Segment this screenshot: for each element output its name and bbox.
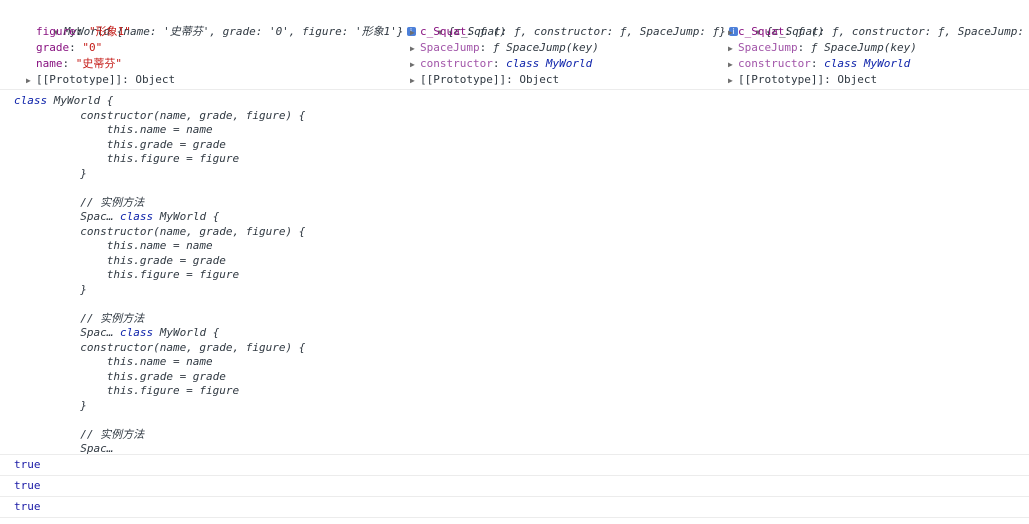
method-constructor[interactable]: ▶ constructor: class MyWorld (716, 56, 1029, 72)
code-line: // 实例方法 (14, 427, 145, 441)
code-line: this.figure = figure (14, 384, 240, 397)
console-result-row: true (0, 497, 1029, 518)
code-line: } (14, 166, 87, 180)
code-line: this.grade = grade (14, 369, 226, 383)
code-line: this.grade = grade (14, 253, 226, 267)
prototype-log-2: ▼ {c_Squat: ƒ, constructor: ƒ, SpaceJump:… (716, 8, 1029, 88)
triangle-right-icon[interactable]: ▶ (728, 41, 738, 57)
triangle-right-icon[interactable]: ▶ (410, 57, 420, 73)
triangle-right-icon[interactable]: ▶ (728, 57, 738, 73)
code-line: constructor(name, grade, figure) { (14, 108, 306, 122)
result-value: true (14, 458, 41, 471)
class-source-code[interactable]: class MyWorld { constructor(name, grade,… (14, 94, 1029, 457)
code-line: // 实例方法 (14, 195, 145, 209)
code-line: } (14, 282, 87, 296)
triangle-right-icon[interactable]: ▶ (728, 25, 738, 41)
myworld-instance-log: ▼ MyWorld {name: '史蒂芬', grade: '0', figur… (14, 8, 416, 88)
code-line: this.name = name (14, 239, 213, 252)
code-line: this.name = name (14, 123, 213, 136)
prop-name: name: "史蒂芬" (36, 57, 122, 70)
method-spacejump[interactable]: ▶ SpaceJump: ƒ SpaceJump(key) (716, 40, 1029, 56)
prototype-entry[interactable]: ▶ [[Prototype]]: Object (14, 72, 416, 88)
prop-grade: grade: "0" (36, 41, 103, 54)
console-result-row: true (0, 455, 1029, 476)
prototype-summary[interactable]: ▼ {c_Squat: ƒ, constructor: ƒ, SpaceJump:… (398, 8, 738, 38)
code-line: constructor(name, grade, figure) { (14, 340, 306, 354)
prototype-summary[interactable]: ▼ {c_Squat: ƒ, constructor: ƒ, SpaceJump:… (716, 8, 1029, 38)
triangle-right-icon[interactable]: ▶ (410, 73, 420, 89)
code-line: Spac… class MyWorld { (14, 210, 220, 223)
code-line: } (14, 398, 87, 412)
triangle-right-icon[interactable]: ▶ (728, 73, 738, 89)
code-line: this.grade = grade (14, 137, 226, 151)
prototype-entry[interactable]: ▶ [[Prototype]]: Object (716, 72, 1029, 88)
code-line: Spac… class MyWorld { (14, 326, 220, 339)
triangle-right-icon[interactable]: ▶ (410, 25, 420, 41)
myworld-summary[interactable]: ▼ MyWorld {name: '史蒂芬', grade: '0', figur… (14, 8, 416, 38)
triangle-right-icon[interactable]: ▶ (410, 41, 420, 57)
prototype-log-1: ▼ {c_Squat: ƒ, constructor: ƒ, SpaceJump:… (398, 8, 738, 88)
method-constructor[interactable]: ▶ constructor: class MyWorld (398, 56, 738, 72)
console-class-source-row: class MyWorld { constructor(name, grade,… (0, 90, 1029, 455)
result-value: true (14, 479, 41, 492)
code-line: this.figure = figure (14, 268, 240, 281)
code-line: class MyWorld { (14, 94, 114, 107)
result-value: true (14, 500, 41, 513)
code-line: this.figure = figure (14, 152, 240, 165)
code-line: this.name = name (14, 355, 213, 368)
code-line: constructor(name, grade, figure) { (14, 224, 306, 238)
summary-props: {name: '史蒂芬', grade: '0', figure: '形象1'} (116, 25, 404, 38)
console-result-row: true (0, 476, 1029, 497)
code-line: // 实例方法 (14, 311, 145, 325)
prototype-entry[interactable]: ▶ [[Prototype]]: Object (398, 72, 738, 88)
method-spacejump[interactable]: ▶ SpaceJump: ƒ SpaceJump(key) (398, 40, 738, 56)
triangle-right-icon[interactable]: ▶ (26, 73, 36, 89)
console-object-row: ▼ MyWorld {name: '史蒂芬', grade: '0', figur… (0, 0, 1029, 90)
